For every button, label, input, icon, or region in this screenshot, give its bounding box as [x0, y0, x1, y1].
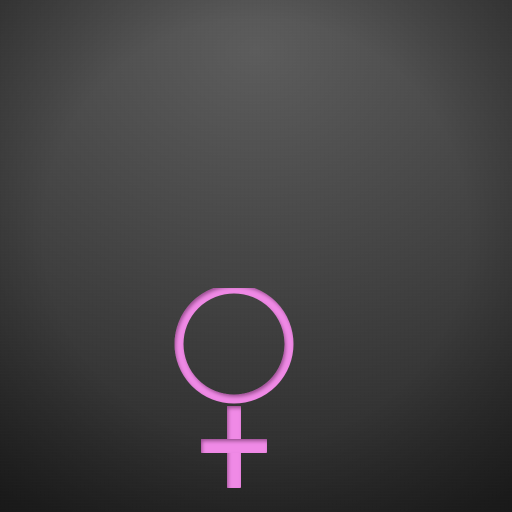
female-sign-icon	[160, 288, 310, 498]
female-sign-crossbar	[201, 439, 267, 453]
background-canvas	[0, 0, 512, 512]
female-sign-ring	[174, 288, 294, 404]
